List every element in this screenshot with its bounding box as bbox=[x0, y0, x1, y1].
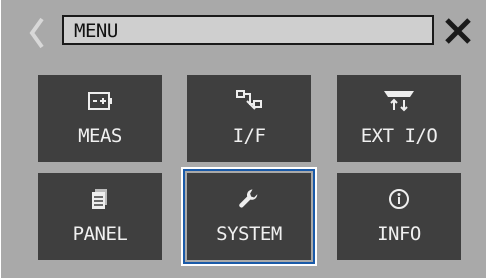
menu-item-if[interactable]: I/F bbox=[187, 75, 311, 162]
menu-item-label: SYSTEM bbox=[216, 223, 282, 245]
battery-icon bbox=[38, 89, 162, 113]
info-icon bbox=[337, 187, 461, 211]
title-bar: MENU bbox=[62, 15, 434, 45]
menu-item-ext-io[interactable]: EXT I/O bbox=[337, 75, 461, 162]
menu-item-label: EXT I/O bbox=[360, 125, 438, 147]
connector-icon bbox=[337, 89, 461, 113]
panel-icon bbox=[38, 187, 162, 211]
menu-item-label: INFO bbox=[377, 223, 421, 245]
menu-item-system[interactable]: SYSTEM bbox=[181, 167, 317, 266]
menu-item-label: PANEL bbox=[72, 223, 128, 245]
menu-item-label: I/F bbox=[232, 125, 266, 147]
close-icon bbox=[445, 18, 471, 44]
menu-screen: MENU MEAS I/F EXT I/O PANEL SYSTEM INFO bbox=[1, 0, 486, 278]
menu-item-meas[interactable]: MEAS bbox=[38, 75, 162, 162]
menu-item-info[interactable]: INFO bbox=[337, 173, 461, 260]
page-title: MENU bbox=[74, 20, 118, 42]
connection-icon bbox=[187, 89, 311, 113]
chevron-left-icon bbox=[29, 17, 44, 49]
menu-item-panel[interactable]: PANEL bbox=[38, 173, 162, 260]
close-button[interactable] bbox=[443, 15, 473, 47]
wrench-icon bbox=[187, 187, 311, 211]
menu-item-label: MEAS bbox=[78, 125, 122, 147]
back-button[interactable] bbox=[26, 16, 48, 50]
